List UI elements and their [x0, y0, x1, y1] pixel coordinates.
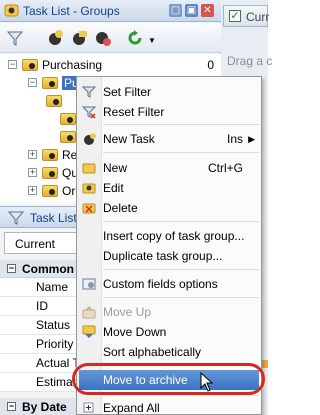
collapse-icon[interactable]: − [28, 78, 37, 87]
menu-label: Duplicate task group... [103, 249, 223, 263]
toolbar: ▼ [0, 23, 221, 53]
move-up-icon [82, 305, 96, 319]
expand-icon[interactable]: + [28, 186, 37, 195]
tree-node-label: Purchasing [42, 57, 103, 72]
menu-label: Delete [103, 201, 138, 215]
menu-item-new[interactable]: New Ctrl+G [77, 158, 261, 178]
menu-item-delete[interactable]: Delete [77, 198, 261, 218]
new-group-icon [82, 161, 96, 175]
pin-icon[interactable]: ▢ [169, 4, 182, 17]
custom-fields-icon [82, 277, 96, 291]
menu-separator [103, 297, 259, 298]
mouse-cursor-icon [200, 371, 214, 392]
menu-separator [103, 152, 259, 153]
expand-all-icon [82, 401, 96, 415]
new-task-icon [82, 132, 96, 146]
menu-item-move-up[interactable]: Move Up [77, 302, 261, 322]
highlight-ring-annotation [72, 363, 265, 395]
menu-item-move-down[interactable]: Move Down [77, 322, 261, 342]
edit-task-icon[interactable] [70, 29, 88, 47]
menu-label: Expand All [103, 401, 160, 415]
shortcut-label: Ins [226, 132, 243, 146]
menu-separator [103, 395, 259, 396]
tree-node[interactable]: + Qu [28, 164, 78, 181]
current-tab[interactable]: ✓ Curr [223, 5, 270, 27]
move-down-icon [82, 325, 96, 339]
shortcut-label: Ctrl+G [207, 161, 243, 175]
refresh-icon[interactable] [126, 29, 144, 47]
menu-label: Sort alphabetically [103, 345, 202, 359]
task-group-icon [42, 184, 58, 197]
delete-task-icon[interactable] [94, 29, 112, 47]
menu-separator [103, 221, 259, 222]
menu-label: Insert copy of task group... [103, 229, 245, 243]
menu-item-new-task[interactable]: New Task Ins ▶ [77, 129, 261, 149]
reset-filter-icon [81, 105, 97, 119]
menu-item-set-filter[interactable]: Set Filter [77, 82, 261, 102]
menu-label: Set Filter [103, 85, 152, 99]
category-label: Common [22, 262, 74, 276]
menu-separator [103, 269, 259, 270]
menu-item-reset-filter[interactable]: Reset Filter [77, 102, 261, 122]
tree-node-root[interactable]: − Purchasing 0 [8, 56, 214, 73]
drag-hint: Drag a c [227, 54, 273, 68]
menu-item-insert-copy[interactable]: Insert copy of task group... [77, 226, 261, 246]
menu-item-edit[interactable]: Edit [77, 178, 261, 198]
chevron-down-icon[interactable]: ▼ [148, 36, 156, 45]
task-group-icon [60, 112, 76, 125]
menu-label: New Task [103, 132, 155, 146]
filter-icon [7, 210, 25, 226]
menu-label: Custom fields options [103, 277, 218, 291]
category-label: By Date [22, 400, 67, 414]
app-icon [4, 3, 19, 18]
dock-icon[interactable]: ▣ [185, 4, 198, 17]
collapse-icon[interactable]: − [8, 60, 17, 69]
tree-node-count: 0 [207, 57, 214, 72]
task-group-icon [60, 130, 76, 143]
window-title: Task List - Groups [23, 4, 120, 18]
submenu-arrow-icon: ▶ [248, 134, 255, 144]
checkbox-icon[interactable]: ✓ [229, 10, 241, 22]
expand-icon[interactable]: + [28, 150, 37, 159]
window-titlebar: Task List - Groups ▢ ▣ ✕ [0, 0, 221, 22]
menu-label: Reset Filter [103, 105, 165, 119]
edit-group-icon [82, 181, 96, 195]
task-group-icon [42, 166, 58, 179]
delete-group-icon [82, 201, 96, 215]
task-group-icon [42, 76, 58, 89]
menu-item-duplicate[interactable]: Duplicate task group... [77, 246, 261, 266]
menu-label: Move Up [103, 305, 152, 319]
task-group-icon [42, 148, 58, 161]
menu-label: Edit [103, 181, 124, 195]
menu-label: New [103, 161, 128, 175]
menu-label: Move Down [103, 325, 167, 339]
tree-node[interactable] [46, 92, 66, 109]
tab-label: Curr [246, 10, 270, 24]
tree-node[interactable]: + Ord [28, 182, 82, 199]
menu-item-sort-alphabetically[interactable]: Sort alphabetically [77, 342, 261, 362]
collapse-icon[interactable]: − [7, 402, 16, 411]
filter-icon [81, 85, 97, 99]
menu-item-expand-all[interactable]: Expand All [77, 398, 261, 415]
new-task-icon[interactable] [46, 29, 64, 47]
expand-icon[interactable]: + [28, 168, 37, 177]
task-group-icon [46, 94, 62, 107]
filter-icon[interactable] [6, 29, 24, 47]
menu-separator [103, 124, 259, 125]
menu-item-custom-fields[interactable]: Custom fields options [77, 274, 261, 294]
collapse-icon[interactable]: − [7, 264, 16, 273]
close-icon[interactable]: ✕ [201, 4, 214, 17]
task-group-icon [22, 58, 38, 71]
